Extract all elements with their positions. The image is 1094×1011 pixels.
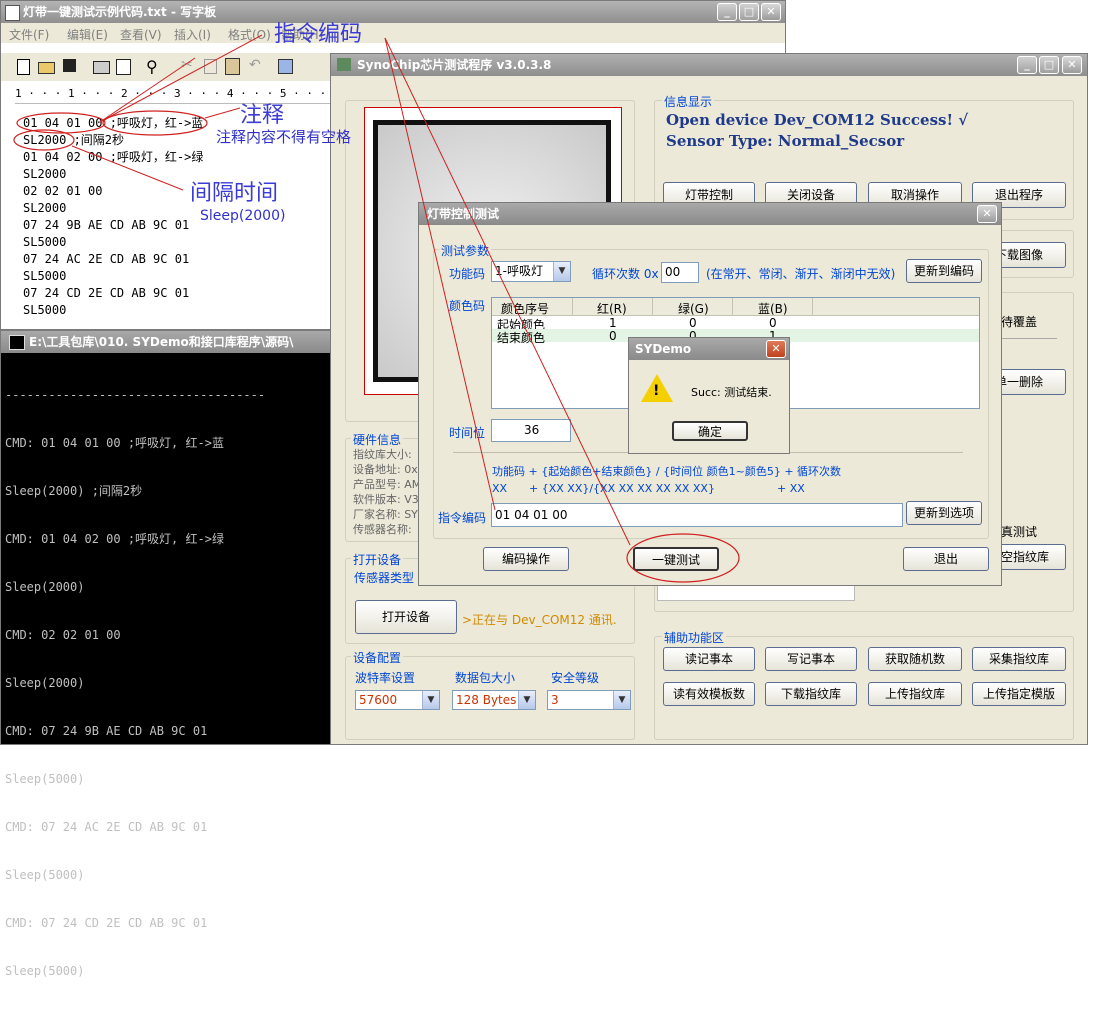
console-line: CMD: 07 24 AC 2E CD AB 9C 01 (5, 820, 208, 834)
annotation-ellipse-onekey (626, 533, 740, 583)
annotation-comment: 注释 (240, 103, 285, 128)
annotation-ellipse-cmd (16, 112, 106, 134)
annotation-interval: 间隔时间 (190, 181, 279, 206)
annotation-comment-note: 注释内容不得有空格 (216, 128, 352, 146)
annotation-line (71, 145, 184, 191)
annotation-ellipse-sleep (13, 129, 75, 151)
annotation-overlay (13, 34, 740, 583)
console-line: Sleep(5000) (5, 868, 85, 882)
annotation-line (384, 37, 631, 546)
annotation-line (204, 107, 241, 119)
annotation-sleep: Sleep(2000) (200, 208, 286, 224)
console-line: Sleep(5000) (5, 772, 85, 786)
annotation-cmd-code: 指令编码 (274, 22, 363, 47)
console-line: CMD: 07 24 CD 2E CD AB 9C 01 (5, 916, 208, 930)
annotation-ellipse-comment (102, 110, 208, 136)
annotation-line (384, 37, 496, 511)
console-line: Sleep(5000) (5, 964, 85, 978)
